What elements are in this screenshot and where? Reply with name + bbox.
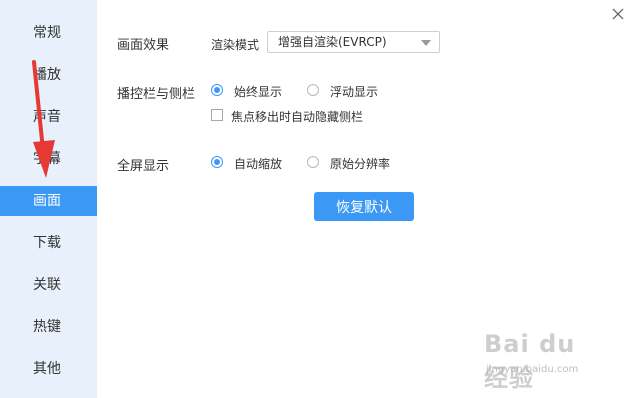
picture-effect-label: 画面效果 [117, 38, 170, 53]
original-resolution-label[interactable]: 原始分辨率 [330, 155, 390, 172]
baidu-jingyan-watermark: Bai du 经验 jingyan.baidu.com [478, 330, 598, 392]
watermark-main-text: Bai du 经验 [484, 330, 576, 392]
sidebar-item-download[interactable]: 下载 [0, 228, 97, 258]
auto-hide-sidebar-checkbox[interactable] [211, 109, 223, 121]
control-bar-label: 播控栏与侧栏 [117, 87, 196, 102]
floating-show-label[interactable]: 浮动显示 [330, 83, 378, 100]
render-mode-label: 渲染模式 [211, 38, 260, 52]
close-icon[interactable] [610, 6, 626, 22]
always-show-radio[interactable] [211, 84, 223, 96]
floating-show-radio[interactable] [307, 84, 319, 96]
render-mode-select[interactable]: 增强自渲染(EVRCP) [267, 31, 440, 53]
always-show-label[interactable]: 始终显示 [234, 83, 282, 100]
original-resolution-radio[interactable] [307, 156, 319, 168]
reset-defaults-button[interactable]: 恢复默认 [314, 192, 414, 221]
sidebar-item-association[interactable]: 关联 [0, 270, 97, 300]
annotation-arrow [32, 60, 55, 178]
chevron-down-icon [421, 40, 431, 46]
render-mode-value: 增强自渲染(EVRCP) [278, 35, 387, 49]
sidebar-item-hotkeys[interactable]: 热键 [0, 312, 97, 342]
watermark-sub-text: jingyan.baidu.com [486, 364, 579, 375]
auto-scale-label[interactable]: 自动缩放 [234, 155, 282, 172]
auto-scale-radio[interactable] [211, 156, 223, 168]
sidebar-item-other[interactable]: 其他 [0, 354, 97, 384]
auto-hide-sidebar-label[interactable]: 焦点移出时自动隐藏侧栏 [231, 108, 363, 125]
fullscreen-label: 全屏显示 [117, 159, 170, 174]
